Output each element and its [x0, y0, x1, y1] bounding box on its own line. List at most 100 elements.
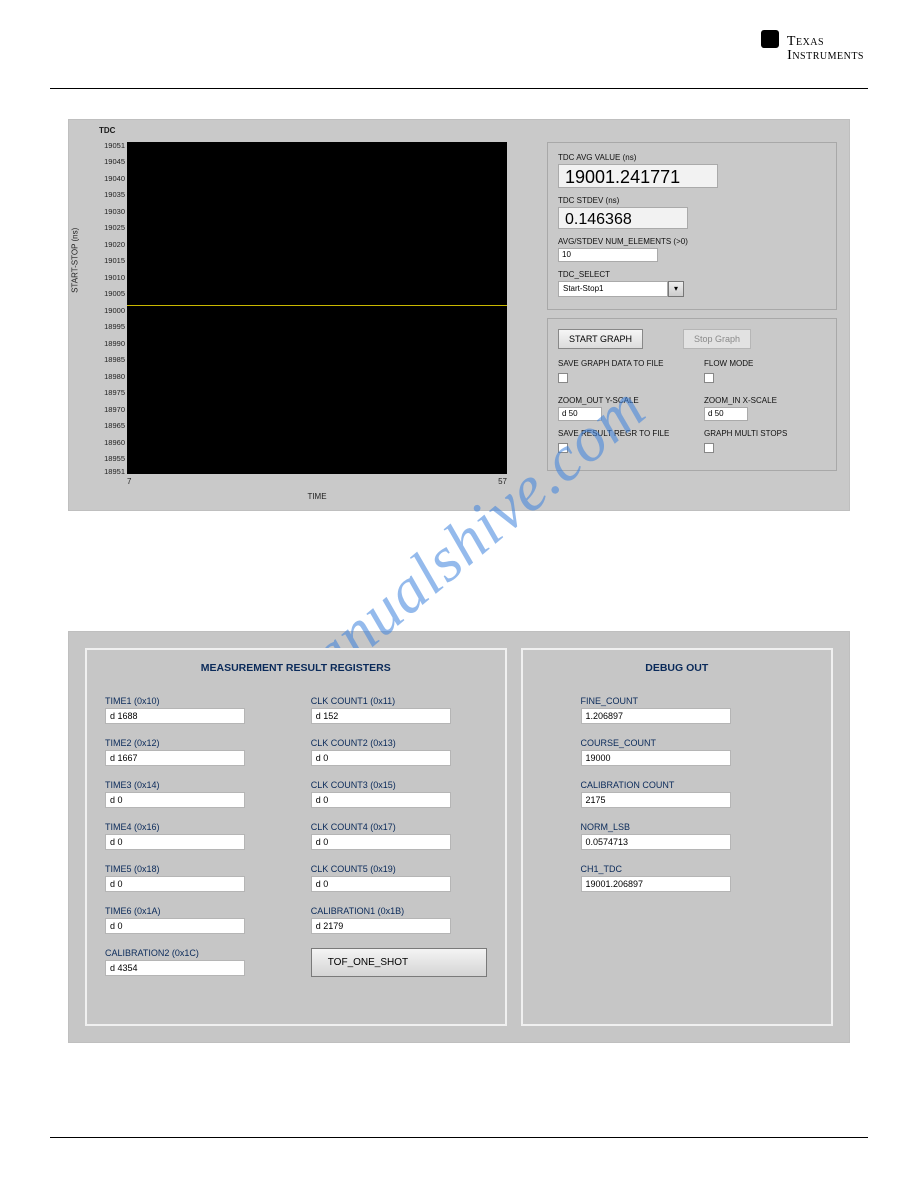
- chevron-down-icon: ▾: [674, 284, 678, 293]
- reg-value[interactable]: d 4354: [105, 960, 245, 976]
- save-graph-checkbox[interactable]: [558, 373, 568, 383]
- tdc-select-value[interactable]: Start-Stop1: [558, 281, 668, 297]
- save-regr-label: SAVE RESULT REGR TO FILE: [558, 429, 680, 438]
- registers-panel: MEASUREMENT RESULT REGISTERS TIME1 (0x10…: [68, 631, 850, 1043]
- reg-value[interactable]: d 0: [105, 876, 245, 892]
- avg-label: TDC AVG VALUE (ns): [558, 153, 826, 162]
- tdc-panel: TDC START-STOP (ns) 19051 19045 19040 19…: [68, 119, 850, 511]
- zoom-in-label: ZOOM_IN X-SCALE: [704, 396, 826, 405]
- reg-col-1: TIME1 (0x10) d 1688 TIME2 (0x12) d 1667 TI…: [105, 696, 281, 990]
- logo-line2: Instruments: [787, 48, 864, 63]
- reg-label: CLK COUNT3 (0x15): [311, 780, 487, 790]
- ytick: 19030: [104, 208, 125, 216]
- debug-title: DEBUG OUT: [541, 662, 814, 674]
- zoom-out-label: ZOOM_OUT Y-SCALE: [558, 396, 680, 405]
- ytick: 18985: [104, 356, 125, 364]
- reg-value[interactable]: d 0: [105, 834, 245, 850]
- plot-canvas[interactable]: [127, 142, 507, 474]
- ytick: 19000: [104, 307, 125, 315]
- ytick: 19005: [104, 290, 125, 298]
- ti-chip-icon: [761, 30, 779, 48]
- reg-label: TIME4 (0x16): [105, 822, 281, 832]
- ytick: 18990: [104, 340, 125, 348]
- xtick-min: 7: [127, 477, 131, 486]
- ytick: 19010: [104, 274, 125, 282]
- reg-label: CALIBRATION2 (0x1C): [105, 948, 281, 958]
- reg-value[interactable]: d 152: [311, 708, 451, 724]
- chart-area: START-STOP (ns) 19051 19045 19040 19035 …: [97, 142, 527, 500]
- ytick: 19025: [104, 224, 125, 232]
- numel-input[interactable]: 10: [558, 248, 658, 262]
- debug-value[interactable]: 2175: [581, 792, 731, 808]
- measurement-registers-panel: MEASUREMENT RESULT REGISTERS TIME1 (0x10…: [85, 648, 507, 1026]
- ytick: 18975: [104, 389, 125, 397]
- debug-label: CH1_TDC: [581, 864, 814, 874]
- reg-label: TIME5 (0x18): [105, 864, 281, 874]
- reg-value[interactable]: d 0: [105, 792, 245, 808]
- ytick: 19035: [104, 191, 125, 199]
- ytick: 18955: [104, 455, 125, 463]
- ytick: 18951: [104, 468, 125, 476]
- reg-label: CLK COUNT2 (0x13): [311, 738, 487, 748]
- stop-graph-button[interactable]: Stop Graph: [683, 329, 751, 349]
- ytick: 19015: [104, 257, 125, 265]
- reg-label: CLK COUNT1 (0x11): [311, 696, 487, 706]
- reg-value[interactable]: d 0: [105, 918, 245, 934]
- ytick: 19020: [104, 241, 125, 249]
- reg-label: TIME6 (0x1A): [105, 906, 281, 916]
- x-axis-label: TIME: [127, 492, 507, 501]
- reg-label: CALIBRATION1 (0x1B): [311, 906, 487, 916]
- save-regr-checkbox[interactable]: [558, 443, 568, 453]
- reg-value[interactable]: d 0: [311, 750, 451, 766]
- debug-value[interactable]: 19000: [581, 750, 731, 766]
- ytick: 18980: [104, 373, 125, 381]
- tdc-select-label: TDC_SELECT: [558, 270, 826, 279]
- debug-value[interactable]: 1.206897: [581, 708, 731, 724]
- flow-mode-checkbox[interactable]: [704, 373, 714, 383]
- reg-label: TIME3 (0x14): [105, 780, 281, 790]
- ytick: 19045: [104, 158, 125, 166]
- tdc-title: TDC: [99, 126, 115, 135]
- trace-line: [127, 305, 507, 306]
- zoom-in-input[interactable]: d 50: [704, 407, 748, 421]
- debug-value[interactable]: 0.0574713: [581, 834, 731, 850]
- page-header: Texas Instruments: [50, 30, 868, 80]
- ytick: 18995: [104, 323, 125, 331]
- tdc-select-dropdown-button[interactable]: ▾: [668, 281, 684, 297]
- ti-logo: Texas Instruments: [761, 30, 864, 63]
- debug-label: CALIBRATION COUNT: [581, 780, 814, 790]
- side-panel: TDC AVG VALUE (ns) 19001.241771 TDC STDE…: [547, 142, 837, 500]
- ytick: 18960: [104, 439, 125, 447]
- reg-label: CLK COUNT5 (0x19): [311, 864, 487, 874]
- debug-value[interactable]: 19001.206897: [581, 876, 731, 892]
- start-graph-button[interactable]: START GRAPH: [558, 329, 643, 349]
- header-rule: [50, 88, 868, 89]
- reg-value[interactable]: d 0: [311, 876, 451, 892]
- multi-stops-checkbox[interactable]: [704, 443, 714, 453]
- reg-value[interactable]: d 0: [311, 834, 451, 850]
- reg-label: TIME2 (0x12): [105, 738, 281, 748]
- ytick: 19040: [104, 175, 125, 183]
- multi-stops-label: GRAPH MULTI STOPS: [704, 429, 826, 438]
- debug-out-panel: DEBUG OUT FINE_COUNT 1.206897 COURSE_COUN…: [521, 648, 834, 1026]
- reg-value[interactable]: d 1667: [105, 750, 245, 766]
- numel-label: AVG/STDEV NUM_ELEMENTS (>0): [558, 237, 826, 246]
- flow-mode-label: FLOW MODE: [704, 359, 826, 368]
- reg-col-2: CLK COUNT1 (0x11) d 152 CLK COUNT2 (0x13)…: [311, 696, 487, 990]
- reg-value[interactable]: d 1688: [105, 708, 245, 724]
- y-axis-label: START-STOP (ns): [71, 228, 80, 293]
- ytick: 19051: [104, 142, 125, 150]
- save-graph-label: SAVE GRAPH DATA TO FILE: [558, 359, 680, 368]
- reg-value[interactable]: d 2179: [311, 918, 451, 934]
- reg-label: CLK COUNT4 (0x17): [311, 822, 487, 832]
- debug-label: COURSE_COUNT: [581, 738, 814, 748]
- zoom-out-input[interactable]: d 50: [558, 407, 602, 421]
- measurement-title: MEASUREMENT RESULT REGISTERS: [105, 662, 487, 674]
- ytick: 18970: [104, 406, 125, 414]
- debug-label: FINE_COUNT: [581, 696, 814, 706]
- reg-label: TIME1 (0x10): [105, 696, 281, 706]
- controls-group: START GRAPH Stop Graph SAVE GRAPH DATA T…: [547, 318, 837, 471]
- tof-one-shot-button[interactable]: TOF_ONE_SHOT: [311, 948, 487, 977]
- reg-value[interactable]: d 0: [311, 792, 451, 808]
- avg-readout: 19001.241771: [558, 164, 718, 188]
